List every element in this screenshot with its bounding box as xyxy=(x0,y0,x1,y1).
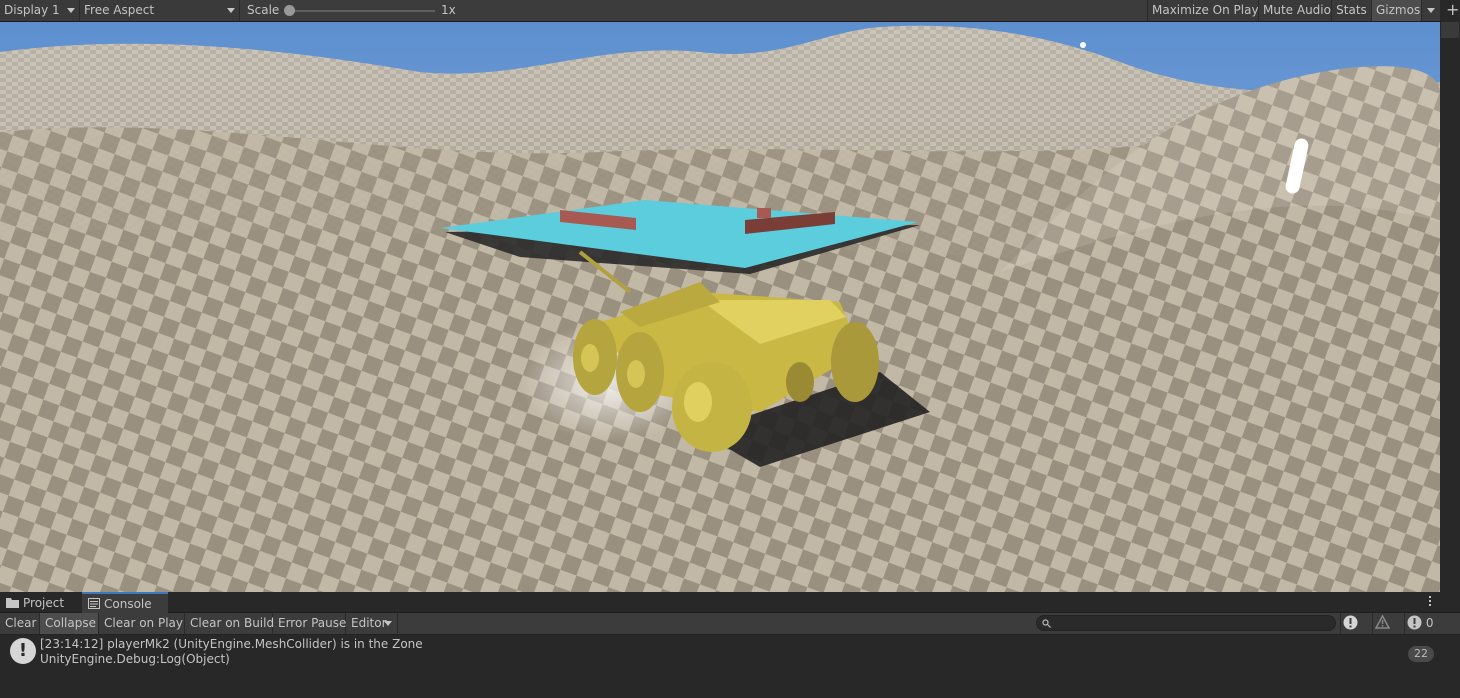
error-count: 0 xyxy=(1425,616,1434,630)
folder-icon xyxy=(6,598,19,608)
clear-on-build-toggle[interactable]: Clear on Build xyxy=(185,613,274,634)
scene-render xyxy=(0,22,1440,592)
console-panel: Project Console Clear Collapse Clear on … xyxy=(0,592,1460,698)
game-view-toolbar: Display 1 Free Aspect Scale 1x Maximize … xyxy=(0,0,1440,22)
warning-icon xyxy=(1374,614,1391,629)
mute-audio-button[interactable]: Mute Audio xyxy=(1258,0,1331,21)
tab-console-label: Console xyxy=(104,597,152,611)
gizmos-button[interactable]: Gizmos xyxy=(1371,0,1421,21)
clear-on-play-toggle[interactable]: Clear on Play xyxy=(99,613,185,634)
tab-project-label: Project xyxy=(23,596,65,610)
log-stacktrace: UnityEngine.Debug:Log(Object) xyxy=(40,652,230,666)
light-gizmo xyxy=(1080,42,1086,48)
tab-console[interactable]: Console xyxy=(82,592,168,613)
console-toolbar: Clear Collapse Clear on Play Clear on Bu… xyxy=(0,613,1460,651)
scale-value: 1x xyxy=(441,3,456,17)
warning-count-toggle[interactable]: 0 xyxy=(1372,613,1404,651)
scale-slider-handle[interactable] xyxy=(284,5,295,16)
scale-label: Scale xyxy=(247,3,280,17)
scale-slider-track[interactable] xyxy=(290,10,435,12)
chevron-down-icon xyxy=(227,8,235,13)
display-dropdown-label: Display 1 xyxy=(4,3,60,17)
aspect-dropdown[interactable]: Free Aspect xyxy=(80,0,240,21)
scrollbar-handle[interactable] xyxy=(1441,22,1459,38)
search-icon xyxy=(1042,619,1051,628)
info-count-toggle[interactable]: 1 xyxy=(1340,613,1372,651)
console-log-entry[interactable]: ! [23:14:12] playerMk2 (UnityEngine.Mesh… xyxy=(0,635,1440,669)
collapse-toggle[interactable]: Collapse xyxy=(40,613,99,634)
stats-button[interactable]: Stats xyxy=(1331,0,1371,21)
chevron-down-icon xyxy=(67,8,75,13)
chevron-down-icon xyxy=(1427,8,1435,13)
platform-block xyxy=(757,208,771,218)
tab-project[interactable]: Project xyxy=(0,592,80,613)
panel-menu-icon[interactable] xyxy=(1429,596,1432,608)
error-pause-toggle[interactable]: Error Pause xyxy=(273,613,346,634)
add-tab-icon[interactable]: + xyxy=(1446,2,1459,18)
gizmos-dropdown[interactable] xyxy=(1421,0,1440,21)
aspect-dropdown-label: Free Aspect xyxy=(84,3,155,17)
editor-dropdown[interactable]: Editor xyxy=(346,613,398,634)
error-count-toggle[interactable]: 0 xyxy=(1404,613,1440,634)
info-icon xyxy=(1343,615,1358,629)
game-view[interactable] xyxy=(0,22,1440,592)
chevron-down-icon xyxy=(384,621,392,626)
window-edge xyxy=(1440,0,1460,592)
clear-button[interactable]: Clear xyxy=(0,613,40,634)
log-collapse-count: 22 xyxy=(1408,646,1434,662)
editor-dropdown-label: Editor xyxy=(351,616,387,630)
display-dropdown[interactable]: Display 1 xyxy=(0,0,80,21)
log-message: [23:14:12] playerMk2 (UnityEngine.MeshCo… xyxy=(40,637,423,651)
error-icon xyxy=(1407,615,1422,629)
console-icon xyxy=(88,598,100,609)
console-search-input[interactable] xyxy=(1036,615,1336,631)
info-icon: ! xyxy=(10,638,36,664)
panel-tab-bar: Project Console xyxy=(0,592,1460,613)
maximize-on-play-button[interactable]: Maximize On Play xyxy=(1147,0,1259,21)
